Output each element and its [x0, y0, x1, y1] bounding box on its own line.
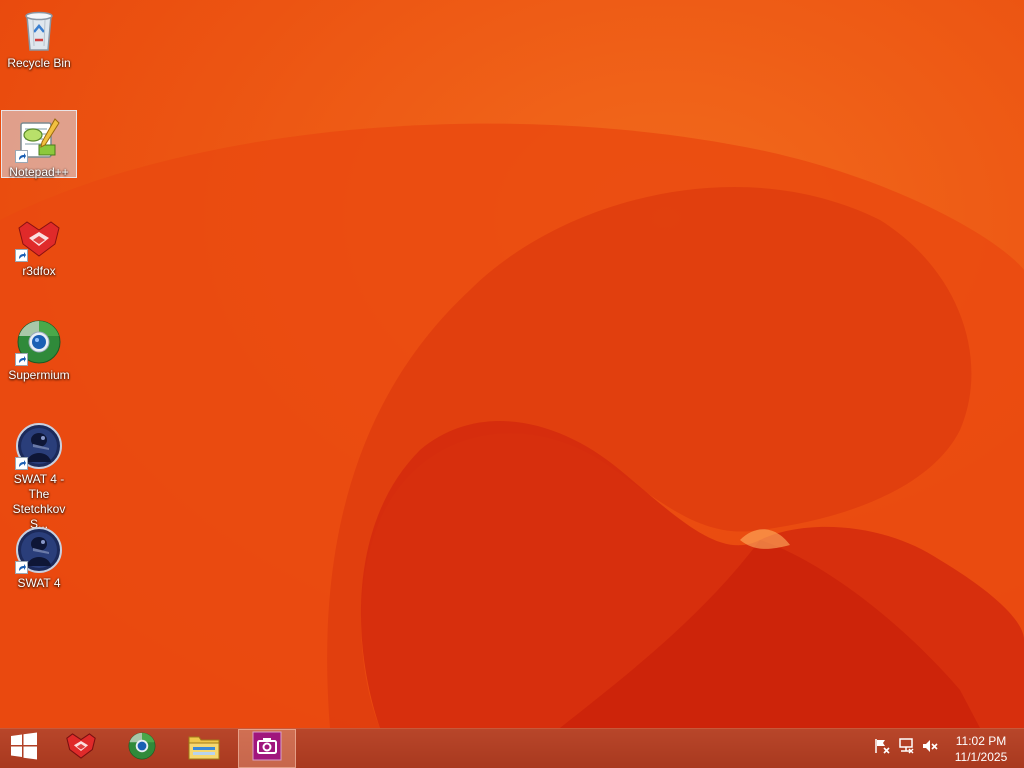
clock-date: 11/1/2025	[954, 750, 1008, 764]
swat4-icon	[15, 422, 63, 470]
desktop-icon-label: SWAT 4	[17, 576, 61, 590]
wallpaper	[0, 0, 1024, 728]
taskbar-camera-button[interactable]	[238, 729, 296, 768]
shortcut-arrow-icon	[15, 457, 28, 470]
clock-time: 11:02 PM	[955, 734, 1007, 748]
desktop-icon-label: r3dfox	[22, 264, 56, 278]
swat4-icon	[15, 526, 63, 574]
taskbar-file-explorer-button[interactable]	[175, 729, 233, 768]
desktop-icon-swat4[interactable]: SWAT 4	[1, 522, 77, 591]
file-explorer-icon	[187, 731, 221, 766]
desktop-icon-swat4-stetchkov[interactable]: SWAT 4 - The Stetchkov S...	[1, 418, 77, 532]
taskbar-r3dfox-button[interactable]	[52, 729, 110, 768]
notepad-plus-plus-icon	[15, 115, 63, 163]
desktop-icon-label: Notepad++	[9, 165, 69, 179]
action-center-flag-icon	[873, 737, 891, 760]
tray-volume[interactable]	[920, 737, 940, 759]
system-clock[interactable]: 11:02 PM 11/1/2025	[946, 733, 1016, 765]
tray-network[interactable]	[896, 737, 916, 759]
supermium-icon	[127, 731, 157, 766]
volume-muted-icon	[921, 737, 939, 760]
tray-action-center[interactable]	[872, 737, 892, 759]
r3dfox-icon	[64, 731, 98, 766]
desktop-icon-label: Recycle Bin	[7, 56, 71, 70]
shortcut-arrow-icon	[15, 150, 28, 163]
recycle-bin-icon	[15, 6, 63, 54]
desktop-icon-r3dfox[interactable]: r3dfox	[1, 210, 77, 279]
shortcut-arrow-icon	[15, 353, 28, 366]
camera-app-icon	[252, 731, 282, 766]
desktop-icon-supermium[interactable]: Supermium	[1, 314, 77, 383]
shortcut-arrow-icon	[15, 561, 28, 574]
supermium-icon	[15, 318, 63, 366]
start-button[interactable]	[0, 729, 48, 768]
desktop-icon-recycle-bin[interactable]: Recycle Bin	[1, 2, 77, 71]
taskbar: 11:02 PM 11/1/2025	[0, 728, 1024, 768]
desktop-icon-notepad-plus-plus[interactable]: Notepad++	[1, 110, 77, 179]
start-windows-logo-icon	[10, 732, 38, 765]
shortcut-arrow-icon	[15, 249, 28, 262]
desktop[interactable]: Recycle Bin Notepad++ r3dfox Supermium S…	[0, 0, 1024, 728]
network-icon	[897, 737, 915, 760]
taskbar-supermium-button[interactable]	[113, 729, 171, 768]
desktop-icon-label: Supermium	[8, 368, 70, 382]
r3dfox-icon	[15, 214, 63, 262]
